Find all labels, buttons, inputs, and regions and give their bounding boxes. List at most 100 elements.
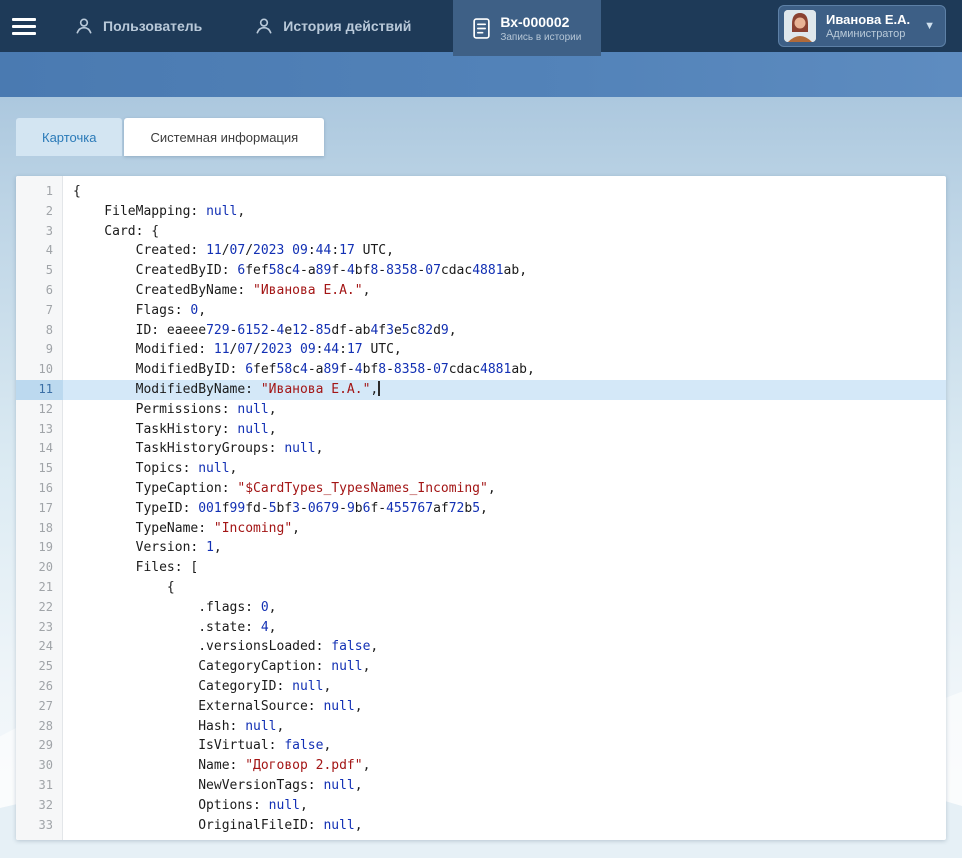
code-line[interactable]: 5 CreatedByID: 6fef58c4-a89f-4bf8-8358-0…: [16, 261, 946, 281]
code-line[interactable]: 32 Options: null,: [16, 796, 946, 816]
code-line[interactable]: 10 ModifiedByID: 6fef58c4-a89f-4bf8-8358…: [16, 360, 946, 380]
record-tab-title: Вх-000002: [500, 14, 581, 30]
code-line[interactable]: 22 .flags: 0,: [16, 598, 946, 618]
line-number: 23: [16, 618, 63, 638]
line-number: 30: [16, 756, 63, 776]
code-text: Flags: 0,: [63, 301, 946, 321]
line-number: 28: [16, 717, 63, 737]
content-tab-bar: Карточка Системная информация: [16, 118, 946, 156]
line-number: 22: [16, 598, 63, 618]
tab-card[interactable]: Карточка: [16, 118, 122, 156]
hamburger-menu-button[interactable]: [0, 0, 48, 52]
line-number: 6: [16, 281, 63, 301]
line-number: 3: [16, 222, 63, 242]
code-text: CreatedByID: 6fef58c4-a89f-4bf8-8358-07c…: [63, 261, 946, 281]
code-line[interactable]: 4 Created: 11/07/2023 09:44:17 UTC,: [16, 241, 946, 261]
line-number: 2: [16, 202, 63, 222]
header-band: [0, 52, 962, 97]
code-text: OriginalFileID: null,: [63, 816, 946, 836]
code-text: NewVersionTags: null,: [63, 776, 946, 796]
code-text: .versionsLoaded: false,: [63, 637, 946, 657]
code-text: ModifiedByName: "Иванова Е.А.",: [63, 380, 946, 400]
line-number: 7: [16, 301, 63, 321]
code-text: Files: [: [63, 558, 946, 578]
code-line[interactable]: 6 CreatedByName: "Иванова Е.А.",: [16, 281, 946, 301]
code-text: Card: {: [63, 222, 946, 242]
line-number: 16: [16, 479, 63, 499]
code-text: TypeID: 001f99fd-5bf3-0679-9b6f-455767af…: [63, 499, 946, 519]
top-navbar: Пользователь История действий Вх-000002 …: [0, 0, 962, 52]
line-number: 32: [16, 796, 63, 816]
line-number: 12: [16, 400, 63, 420]
text-cursor: [378, 381, 380, 396]
code-line[interactable]: 13 TaskHistory: null,: [16, 420, 946, 440]
code-line[interactable]: 2 FileMapping: null,: [16, 202, 946, 222]
main-content: Карточка Системная информация 1{2 FileMa…: [16, 118, 946, 840]
line-number: 5: [16, 261, 63, 281]
line-number: 13: [16, 420, 63, 440]
line-number: 14: [16, 439, 63, 459]
code-line[interactable]: 18 TypeName: "Incoming",: [16, 519, 946, 539]
code-line[interactable]: 31 NewVersionTags: null,: [16, 776, 946, 796]
code-line[interactable]: 21 {: [16, 578, 946, 598]
line-number: 26: [16, 677, 63, 697]
user-menu-button[interactable]: Иванова Е.А. Администратор ▼: [778, 5, 946, 47]
code-text: IsVirtual: false,: [63, 736, 946, 756]
code-line[interactable]: 28 Hash: null,: [16, 717, 946, 737]
nav-item-user[interactable]: Пользователь: [48, 0, 228, 52]
code-text: Version: 1,: [63, 538, 946, 558]
code-text: ModifiedByID: 6fef58c4-a89f-4bf8-8358-07…: [63, 360, 946, 380]
document-icon: [473, 18, 490, 39]
code-text: Options: null,: [63, 796, 946, 816]
code-text: Modified: 11/07/2023 09:44:17 UTC,: [63, 340, 946, 360]
line-number: 20: [16, 558, 63, 578]
code-text: Hash: null,: [63, 717, 946, 737]
code-text: CategoryID: null,: [63, 677, 946, 697]
code-text: {: [63, 182, 946, 202]
nav-item-label: История действий: [283, 18, 411, 34]
nav-item-history[interactable]: История действий: [228, 0, 437, 52]
code-text: CategoryCaption: null,: [63, 657, 946, 677]
code-line[interactable]: 27 ExternalSource: null,: [16, 697, 946, 717]
code-line[interactable]: 26 CategoryID: null,: [16, 677, 946, 697]
line-number: 18: [16, 519, 63, 539]
code-line[interactable]: 1{: [16, 182, 946, 202]
user-role: Администратор: [826, 28, 910, 40]
user-name: Иванова Е.А.: [826, 12, 910, 27]
line-number: 25: [16, 657, 63, 677]
code-line[interactable]: 15 Topics: null,: [16, 459, 946, 479]
code-text: TaskHistory: null,: [63, 420, 946, 440]
line-number: 31: [16, 776, 63, 796]
code-text: ID: eaeee729-6152-4e12-85df-ab4f3e5c82d9…: [63, 321, 946, 341]
code-line[interactable]: 7 Flags: 0,: [16, 301, 946, 321]
code-line[interactable]: 17 TypeID: 001f99fd-5bf3-0679-9b6f-45576…: [16, 499, 946, 519]
code-line[interactable]: 9 Modified: 11/07/2023 09:44:17 UTC,: [16, 340, 946, 360]
code-line[interactable]: 11 ModifiedByName: "Иванова Е.А.",: [16, 380, 946, 400]
code-line[interactable]: 16 TypeCaption: "$CardTypes_TypesNames_I…: [16, 479, 946, 499]
json-viewer-panel: 1{2 FileMapping: null,3 Card: {4 Created…: [16, 176, 946, 840]
code-text: TypeName: "Incoming",: [63, 519, 946, 539]
code-line[interactable]: 30 Name: "Договор 2.pdf",: [16, 756, 946, 776]
code-line[interactable]: 33 OriginalFileID: null,: [16, 816, 946, 836]
code-line[interactable]: 19 Version: 1,: [16, 538, 946, 558]
code-line[interactable]: 25 CategoryCaption: null,: [16, 657, 946, 677]
line-number: 8: [16, 321, 63, 341]
code-line[interactable]: 24 .versionsLoaded: false,: [16, 637, 946, 657]
record-tab-active[interactable]: Вх-000002 Запись в истории: [453, 0, 601, 56]
code-text: {: [63, 578, 946, 598]
record-tab-subtitle: Запись в истории: [500, 32, 581, 43]
code-line[interactable]: 20 Files: [: [16, 558, 946, 578]
code-text: FileMapping: null,: [63, 202, 946, 222]
code-text: ExternalSource: null,: [63, 697, 946, 717]
code-line[interactable]: 3 Card: {: [16, 222, 946, 242]
code-text: CreatedByName: "Иванова Е.А.",: [63, 281, 946, 301]
line-number: 15: [16, 459, 63, 479]
code-line[interactable]: 8 ID: eaeee729-6152-4e12-85df-ab4f3e5c82…: [16, 321, 946, 341]
tab-system-info[interactable]: Системная информация: [124, 118, 324, 156]
code-line[interactable]: 23 .state: 4,: [16, 618, 946, 638]
code-line[interactable]: 14 TaskHistoryGroups: null,: [16, 439, 946, 459]
code-line[interactable]: 29 IsVirtual: false,: [16, 736, 946, 756]
line-number: 4: [16, 241, 63, 261]
code-area[interactable]: 1{2 FileMapping: null,3 Card: {4 Created…: [16, 176, 946, 835]
code-line[interactable]: 12 Permissions: null,: [16, 400, 946, 420]
